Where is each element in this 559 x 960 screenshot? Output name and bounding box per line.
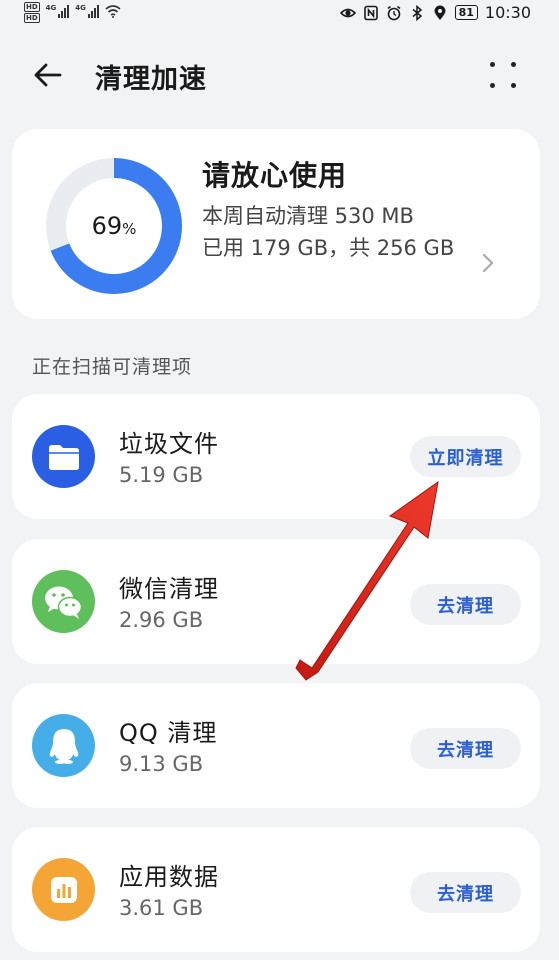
list-item-qq[interactable]: QQ 清理 9.13 GB 去清理 bbox=[12, 683, 540, 808]
signal-1-icon: 4G bbox=[46, 4, 70, 18]
storage-summary-card[interactable]: 69% 请放心使用 本周自动清理 530 MB 已用 179 GB，共 256 … bbox=[12, 129, 540, 319]
item-title: 垃圾文件 bbox=[119, 430, 219, 458]
section-label-scanning: 正在扫描可清理项 bbox=[32, 356, 193, 378]
sim-tags: HD HD bbox=[24, 2, 40, 23]
item-title: QQ 清理 bbox=[119, 719, 218, 747]
go-clean-qq-button[interactable]: 去清理 bbox=[410, 728, 521, 769]
folder-icon bbox=[32, 425, 95, 488]
item-size: 9.13 GB bbox=[119, 752, 204, 776]
item-title: 应用数据 bbox=[119, 863, 219, 891]
alarm-clock-icon bbox=[387, 5, 401, 20]
item-size: 5.19 GB bbox=[119, 463, 204, 487]
item-size: 2.96 GB bbox=[119, 608, 204, 632]
nfc-icon bbox=[363, 5, 378, 20]
top-app-bar: 清理加速 bbox=[0, 45, 559, 105]
page-title: 清理加速 bbox=[95, 64, 207, 95]
eye-icon bbox=[339, 8, 356, 17]
go-clean-wechat-button[interactable]: 去清理 bbox=[410, 584, 521, 625]
weekly-cleaned-text: 本周自动清理 530 MB bbox=[202, 204, 414, 228]
percent-sign: % bbox=[122, 220, 137, 238]
qq-penguin-icon bbox=[32, 714, 95, 777]
location-pin-icon bbox=[434, 5, 446, 20]
go-clean-app-data-button[interactable]: 去清理 bbox=[410, 872, 521, 913]
more-dots-icon[interactable] bbox=[487, 59, 521, 93]
list-item-app-data[interactable]: 应用数据 3.61 GB 去清理 bbox=[12, 827, 540, 952]
list-item-junk-files[interactable]: 垃圾文件 5.19 GB 立即清理 bbox=[12, 394, 540, 519]
wifi-icon bbox=[105, 5, 121, 18]
storage-usage-text: 已用 179 GB，共 256 GB bbox=[202, 236, 455, 260]
clean-now-button[interactable]: 立即清理 bbox=[410, 436, 521, 477]
battery-icon: 81 bbox=[454, 5, 478, 20]
sim1-hd-badge: HD bbox=[24, 2, 40, 12]
network-type-1: 4G bbox=[45, 4, 57, 12]
status-time: 10:30 bbox=[484, 3, 531, 22]
status-left: HD HD 4G 4G bbox=[24, 2, 121, 23]
bluetooth-icon bbox=[412, 4, 422, 21]
status-bar: HD HD 4G 4G 81 10:30 bbox=[0, 0, 559, 28]
sim2-hd-badge: HD bbox=[24, 13, 40, 23]
status-right: 81 10:30 bbox=[339, 3, 531, 22]
ring-label: 69% bbox=[44, 156, 184, 296]
summary-title: 请放心使用 bbox=[202, 159, 348, 192]
percent-value: 69 bbox=[91, 212, 123, 240]
wechat-icon bbox=[32, 570, 95, 633]
signal-2-icon: 4G bbox=[75, 4, 99, 18]
network-type-2: 4G bbox=[75, 4, 86, 12]
item-title: 微信清理 bbox=[119, 575, 219, 603]
item-size: 3.61 GB bbox=[119, 896, 204, 920]
app-data-chart-icon bbox=[32, 858, 95, 921]
back-arrow-icon[interactable] bbox=[30, 55, 70, 95]
list-item-wechat[interactable]: 微信清理 2.96 GB 去清理 bbox=[12, 539, 540, 664]
chevron-right-icon bbox=[482, 253, 494, 273]
